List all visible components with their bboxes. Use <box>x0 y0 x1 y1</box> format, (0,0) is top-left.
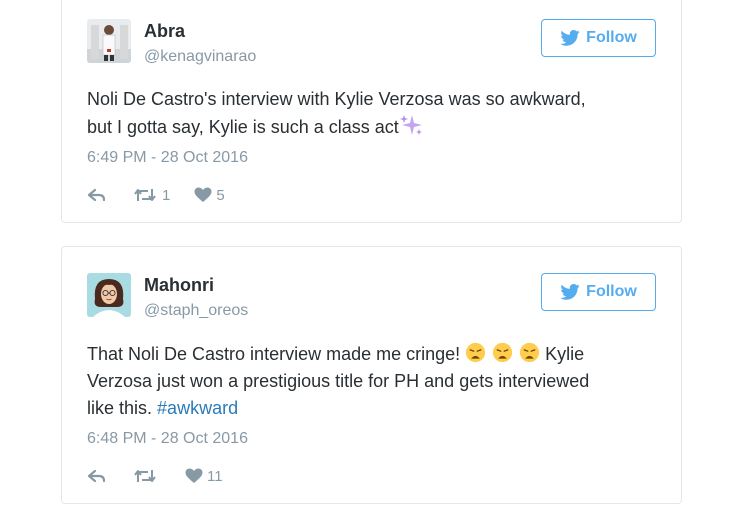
reply-button[interactable] <box>87 468 107 484</box>
tweet-text-line: Verzosa just won a prestigious title for… <box>87 371 590 391</box>
tweet-actions: 1 5 <box>87 185 225 205</box>
heart-icon <box>194 187 212 202</box>
sparkles-emoji <box>399 115 422 135</box>
follow-label: Follow <box>586 283 637 300</box>
avatar[interactable] <box>87 273 131 317</box>
retweet-icon <box>134 470 156 482</box>
weary-face-emoji <box>493 342 513 363</box>
hashtag-link[interactable]: #awkward <box>157 398 238 418</box>
like-button[interactable]: 5 <box>194 186 225 204</box>
weary-face-emoji <box>466 342 486 363</box>
user-handle[interactable]: @staph_oreos <box>144 302 248 320</box>
tweet-text: Noli De Castro's interview with Kylie Ve… <box>87 86 647 141</box>
tweet-text-line: Noli De Castro's interview with Kylie Ve… <box>87 89 586 109</box>
twitter-bird-icon <box>560 284 580 300</box>
follow-button[interactable]: Follow <box>541 273 656 311</box>
retweet-icon <box>134 189 156 201</box>
timestamp[interactable]: 6:48 PM - 28 Oct 2016 <box>87 430 248 448</box>
tweet-actions: 11 <box>87 466 223 486</box>
reply-icon <box>87 188 106 202</box>
like-count: 11 <box>207 467 223 485</box>
user-handle[interactable]: @kenagvinarao <box>144 48 256 66</box>
like-count: 5 <box>216 186 225 204</box>
tweet-card-1: Abra @kenagvinarao Follow Noli De Castro… <box>61 0 682 223</box>
reply-icon <box>87 469 106 483</box>
tweet-text-line: but I gotta say, Kylie is such a class a… <box>87 113 647 141</box>
weary-face-emoji <box>520 342 540 363</box>
retweet-button[interactable]: 1 <box>133 187 170 204</box>
follow-button[interactable]: Follow <box>541 19 656 57</box>
tweet-text-line: like this. #awkward <box>87 398 239 418</box>
tweet-text-line: That Noli De Castro interview made me cr… <box>87 342 585 364</box>
retweet-count: 1 <box>162 186 171 204</box>
timestamp[interactable]: 6:49 PM - 28 Oct 2016 <box>87 149 248 167</box>
retweet-button[interactable] <box>133 468 157 484</box>
like-button[interactable]: 11 <box>185 468 223 485</box>
tweet-card-2: Mahonri @staph_oreos Follow That Noli De… <box>61 246 682 504</box>
tweet-text: That Noli De Castro interview made me cr… <box>87 341 647 422</box>
reply-button[interactable] <box>87 187 107 203</box>
display-name[interactable]: Mahonri <box>144 275 214 296</box>
follow-label: Follow <box>586 29 637 46</box>
display-name[interactable]: Abra <box>144 21 185 42</box>
twitter-bird-icon <box>560 30 580 46</box>
avatar[interactable] <box>87 19 131 63</box>
heart-icon <box>185 468 203 483</box>
